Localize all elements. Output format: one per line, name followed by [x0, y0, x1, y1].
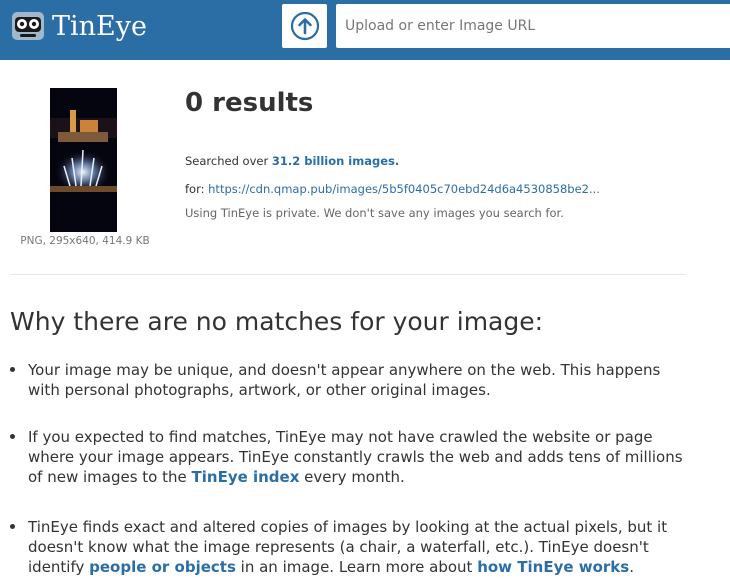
people-objects-link[interactable]: people or objects — [89, 558, 236, 576]
results-count-title: 0 results — [185, 88, 314, 118]
query-url-link[interactable]: https://cdn.qmap.pub/images/5b5f0405c70e… — [208, 182, 600, 196]
reason2-tail: every month. — [299, 468, 405, 486]
tineye-robot-icon — [12, 12, 44, 40]
reason-not-crawled: If you expected to find matches, TinEye … — [28, 427, 688, 487]
searched-over-text: Searched over 31.2 billion images. — [185, 154, 399, 168]
for-label: for: — [185, 182, 209, 196]
how-tineye-works-link[interactable]: how TinEye works — [477, 558, 629, 576]
section-divider — [10, 274, 685, 275]
reason3-tail: . — [629, 558, 634, 576]
upload-button[interactable] — [282, 4, 327, 48]
bullet-icon — [10, 524, 15, 529]
query-url-line: for: https://cdn.qmap.pub/images/5b5f040… — [185, 182, 600, 196]
query-image-thumbnail[interactable] — [50, 88, 117, 232]
bullet-icon — [10, 434, 15, 439]
upload-arrow-icon — [290, 11, 319, 41]
no-matches-heading: Why there are no matches for your image: — [10, 307, 544, 336]
privacy-note: Using TinEye is private. We don't save a… — [185, 206, 564, 220]
reason3-mid: in an image. Learn more about — [235, 558, 478, 576]
tineye-logo[interactable]: TinEye — [10, 8, 147, 44]
logo-text: TinEye — [52, 10, 147, 42]
index-size: 31.2 billion images. — [271, 154, 400, 168]
reason-unique: Your image may be unique, and doesn't ap… — [28, 361, 661, 399]
tineye-index-link[interactable]: TinEye index — [192, 468, 300, 486]
top-header: TinEye — [0, 0, 730, 60]
bullet-icon — [10, 367, 15, 372]
image-url-input[interactable] — [336, 4, 730, 48]
searched-prefix: Searched over — [185, 154, 272, 168]
reason-pixels: TinEye finds exact and altered copies of… — [28, 517, 688, 577]
thumbnail-metadata: PNG, 295x640, 414.9 KB — [20, 235, 150, 247]
thumbnail-image — [50, 88, 117, 232]
